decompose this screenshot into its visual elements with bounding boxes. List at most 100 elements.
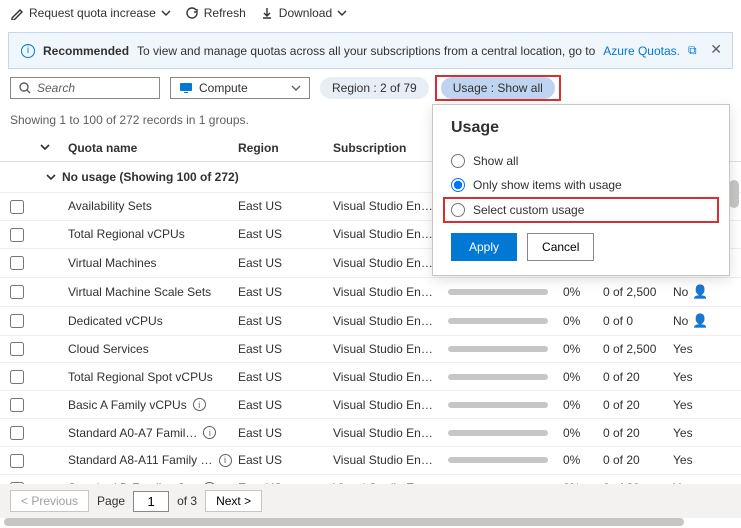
download-label: Download xyxy=(279,6,332,20)
chevron-down-icon[interactable] xyxy=(40,142,50,152)
usage-bar xyxy=(448,457,548,463)
usage-percent-cell: 0% xyxy=(563,370,603,384)
usage-cell: 0 of 2,500 xyxy=(603,285,673,299)
quota-name-cell: Total Regional vCPUs xyxy=(68,227,238,241)
subscription-cell: Visual Studio En… xyxy=(333,285,448,299)
refresh-icon xyxy=(185,6,199,20)
table-row[interactable]: Standard A8-A11 Family … iEast USVisual … xyxy=(0,446,741,474)
row-checkbox[interactable] xyxy=(10,256,24,270)
col-quota-name[interactable]: Quota name xyxy=(68,141,238,155)
quota-name-cell: Virtual Machine Scale Sets xyxy=(68,285,238,299)
usage-percent-cell: 0% xyxy=(563,342,603,356)
azure-quotas-link[interactable]: Azure Quotas. xyxy=(603,44,680,58)
monitor-icon xyxy=(179,82,193,94)
usage-percent-cell: 0% xyxy=(563,453,603,467)
radio-only-usage-label: Only show items with usage xyxy=(473,178,622,192)
usage-bar xyxy=(448,402,548,408)
subscription-cell: Visual Studio En… xyxy=(333,426,448,440)
search-input[interactable]: Search xyxy=(10,77,160,99)
row-checkbox[interactable] xyxy=(10,285,24,299)
usage-percent-cell: 0% xyxy=(563,314,603,328)
region-cell: East US xyxy=(238,314,333,328)
info-icon: i xyxy=(21,44,35,58)
radio-show-all-label: Show all xyxy=(473,154,518,168)
radio-custom-usage[interactable]: Select custom usage xyxy=(451,203,711,217)
radio-only-usage-input[interactable] xyxy=(451,178,465,192)
download-button[interactable]: Download xyxy=(260,6,347,20)
table-row[interactable]: Total Regional Spot vCPUsEast USVisual S… xyxy=(0,362,741,390)
apply-button[interactable]: Apply xyxy=(451,233,517,261)
quota-name-cell: Total Regional Spot vCPUs xyxy=(68,370,238,384)
adjustable-cell: Yes xyxy=(673,426,713,440)
refresh-button[interactable]: Refresh xyxy=(185,6,246,20)
col-region[interactable]: Region xyxy=(238,141,333,155)
row-checkbox[interactable] xyxy=(10,454,24,468)
usage-bar xyxy=(448,289,548,295)
table-row[interactable]: Cloud ServicesEast USVisual Studio En… 0%… xyxy=(0,335,741,363)
next-page-button[interactable]: Next > xyxy=(205,490,262,512)
subscription-cell: Visual Studio En… xyxy=(333,453,448,467)
horizontal-scrollbar[interactable] xyxy=(4,518,724,526)
usage-filter-panel: Usage Show all Only show items with usag… xyxy=(432,104,730,276)
row-checkbox[interactable] xyxy=(10,426,24,440)
table-row[interactable]: Standard A0-A7 Famil… iEast USVisual Stu… xyxy=(0,418,741,446)
subscription-cell: Visual Studio En… xyxy=(333,342,448,356)
info-icon[interactable]: i xyxy=(219,454,232,467)
pencil-icon xyxy=(10,6,24,20)
info-icon[interactable]: i xyxy=(193,398,206,411)
radio-show-all-input[interactable] xyxy=(451,154,465,168)
adjustable-cell: No 👤 xyxy=(673,284,713,300)
quota-name-cell: Standard A0-A7 Famil… i xyxy=(68,426,238,440)
subscription-cell: Visual Studio En… xyxy=(333,370,448,384)
radio-custom-usage-label: Select custom usage xyxy=(473,203,584,217)
row-checkbox[interactable] xyxy=(10,228,24,242)
person-icon[interactable]: 👤 xyxy=(692,313,708,329)
table-row[interactable]: Basic A Family vCPUs iEast USVisual Stud… xyxy=(0,390,741,418)
chevron-down-icon xyxy=(291,83,301,93)
search-icon xyxy=(19,82,31,94)
row-checkbox[interactable] xyxy=(10,200,24,214)
close-icon[interactable]: ✕ xyxy=(710,41,722,58)
panel-title: Usage xyxy=(451,119,711,137)
row-checkbox[interactable] xyxy=(10,314,24,328)
row-checkbox[interactable] xyxy=(10,398,24,412)
custom-usage-highlight: Select custom usage xyxy=(445,199,717,221)
adjustable-cell: Yes xyxy=(673,342,713,356)
provider-dropdown[interactable]: Compute xyxy=(170,77,310,99)
table-row[interactable]: Virtual Machine Scale SetsEast USVisual … xyxy=(0,277,741,306)
radio-show-all[interactable]: Show all xyxy=(451,149,711,173)
row-checkbox[interactable] xyxy=(10,370,24,384)
quota-name-cell: Cloud Services xyxy=(68,342,238,356)
usage-bar xyxy=(448,374,548,380)
request-quota-button[interactable]: Request quota increase xyxy=(10,6,171,20)
region-cell: East US xyxy=(238,426,333,440)
col-subscription[interactable]: Subscription xyxy=(333,141,448,155)
cancel-button[interactable]: Cancel xyxy=(527,233,594,261)
info-icon[interactable]: i xyxy=(203,426,216,439)
quota-name-cell: Availability Sets xyxy=(68,199,238,213)
usage-cell: 0 of 0 xyxy=(603,314,673,328)
usage-filter-pill[interactable]: Usage : Show all xyxy=(441,77,555,99)
subscription-cell: Visual Studio En… xyxy=(333,227,448,241)
vertical-scrollbar[interactable] xyxy=(729,180,739,460)
region-cell: East US xyxy=(238,285,333,299)
usage-bar xyxy=(448,346,548,352)
adjustable-cell: Yes xyxy=(673,453,713,467)
radio-only-usage[interactable]: Only show items with usage xyxy=(451,173,711,197)
person-icon[interactable]: 👤 xyxy=(692,284,708,300)
chevron-down-icon xyxy=(337,8,347,18)
prev-page-button[interactable]: < Previous xyxy=(10,490,89,512)
usage-bar xyxy=(448,430,548,436)
external-link-icon: ⧉ xyxy=(688,43,697,58)
subscription-cell: Visual Studio En… xyxy=(333,314,448,328)
page-input[interactable] xyxy=(133,491,169,512)
usage-cell: 0 of 20 xyxy=(603,370,673,384)
region-filter-pill[interactable]: Region : 2 of 79 xyxy=(320,77,429,99)
region-cell: East US xyxy=(238,342,333,356)
group-label: No usage (Showing 100 of 272) xyxy=(62,170,239,184)
row-checkbox[interactable] xyxy=(10,342,24,356)
chevron-down-icon xyxy=(161,8,171,18)
banner-text: To view and manage quotas across all you… xyxy=(137,44,595,58)
radio-custom-usage-input[interactable] xyxy=(451,203,465,217)
table-row[interactable]: Dedicated vCPUsEast USVisual Studio En…0… xyxy=(0,306,741,335)
